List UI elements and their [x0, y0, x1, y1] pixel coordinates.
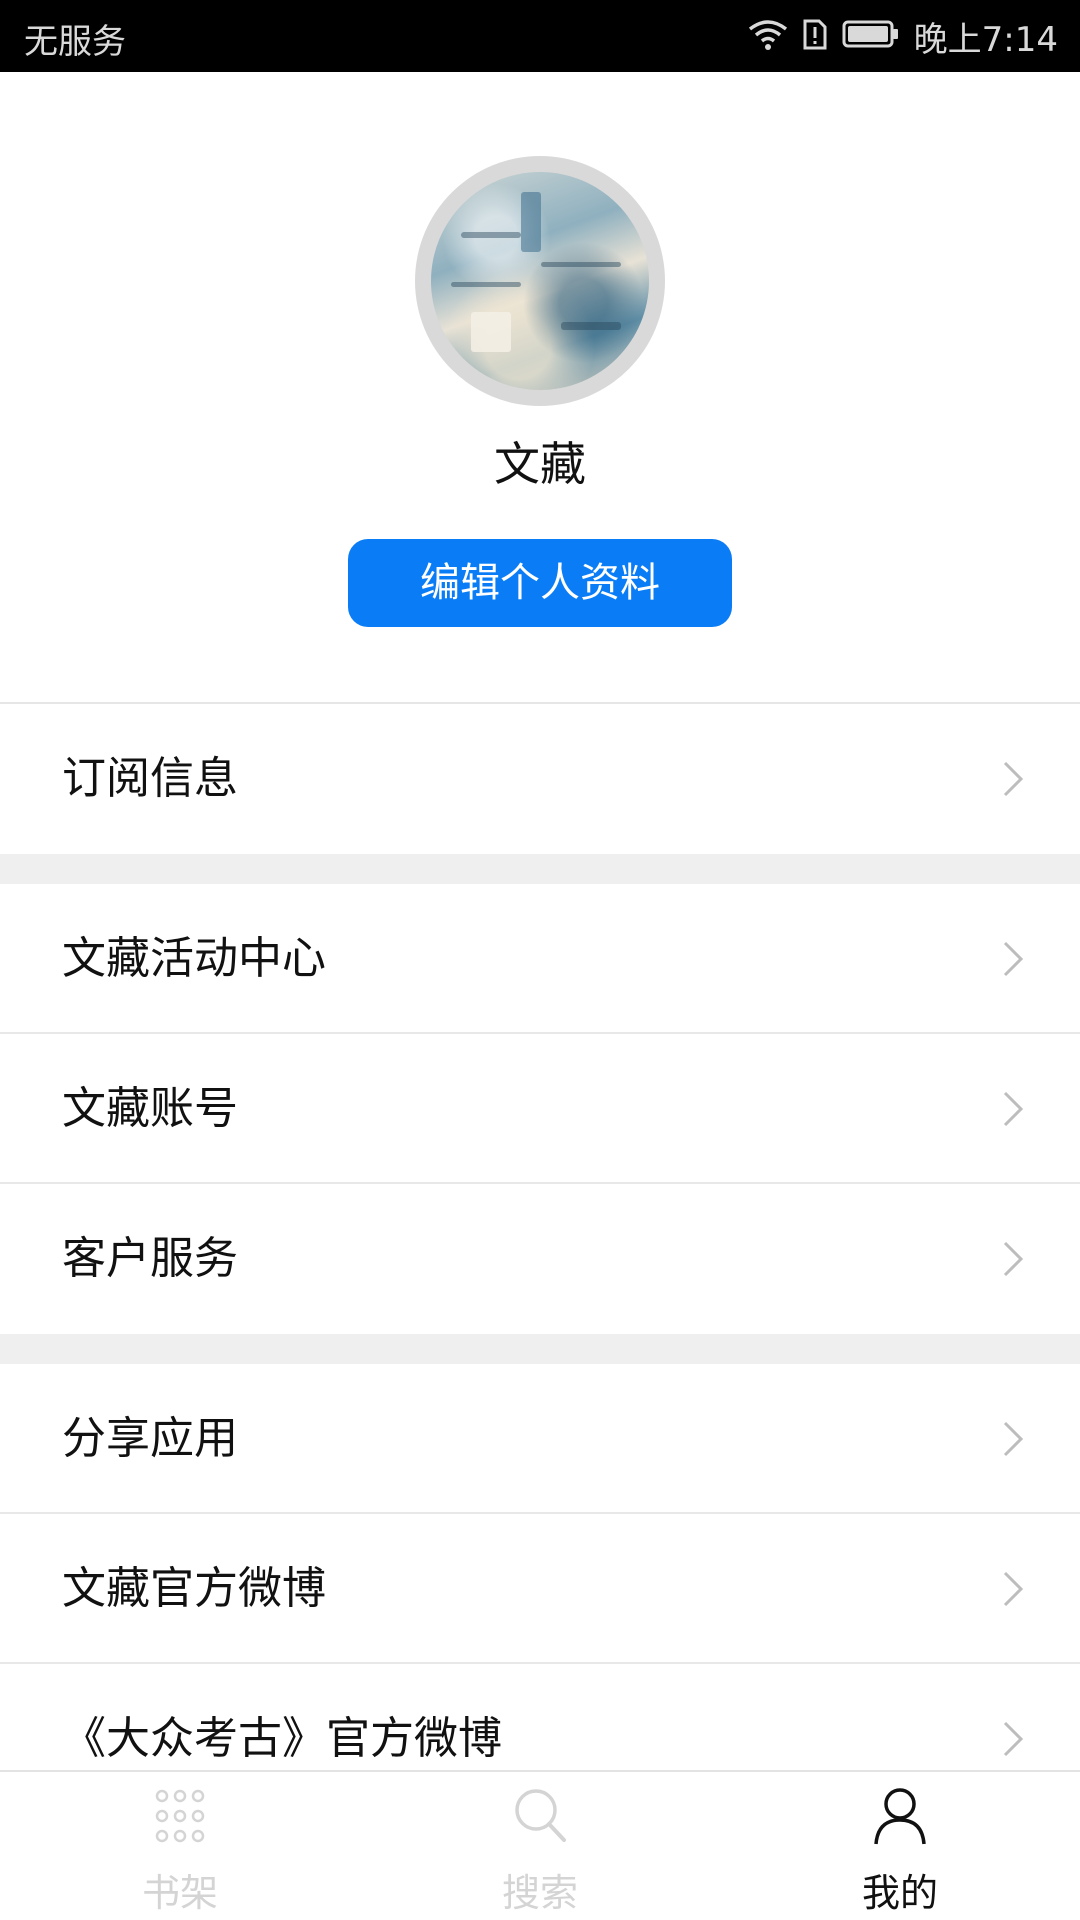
- menu-item-customer-service[interactable]: 客户服务: [0, 1184, 1080, 1334]
- nav-label: 搜索: [501, 1871, 578, 1915]
- menu-item-activity-center[interactable]: 文藏活动中心: [0, 884, 1080, 1034]
- menu-item-share-app[interactable]: 分享应用: [0, 1364, 1080, 1514]
- avatar-image: [431, 172, 649, 390]
- chevron-right-icon: [1003, 1241, 1024, 1277]
- chevron-right-icon: [1003, 1571, 1024, 1607]
- person-icon: [874, 1788, 926, 1845]
- sim-alert-icon: [802, 17, 828, 55]
- nav-mine[interactable]: 我的: [720, 1772, 1080, 1920]
- clock-text: 晚上7:14: [913, 19, 1058, 60]
- chevron-right-icon: [1003, 1091, 1024, 1127]
- menu-item-official-weibo[interactable]: 文藏官方微博: [0, 1514, 1080, 1664]
- section-gap: [0, 854, 1080, 884]
- status-bar: 无服务 晚上7:14: [0, 0, 1080, 72]
- nav-label: 书架: [141, 1871, 218, 1915]
- carrier-text: 无服务: [24, 22, 126, 62]
- menu-item-label: 客户服务: [62, 1233, 238, 1284]
- menu-item-label: 文藏账号: [62, 1083, 238, 1134]
- chevron-right-icon: [1003, 1721, 1024, 1757]
- battery-icon: [842, 19, 900, 53]
- grid-dots-icon: [155, 1789, 205, 1843]
- menu-item-label: 文藏官方微博: [62, 1563, 326, 1614]
- chevron-right-icon: [1003, 1421, 1024, 1457]
- status-icons: 晚上7:14: [748, 12, 1058, 60]
- menu-item-label: 分享应用: [62, 1413, 238, 1464]
- username: 文藏: [494, 437, 586, 491]
- profile-header: 文藏 编辑个人资料: [0, 72, 1080, 702]
- menu-item-account[interactable]: 文藏账号: [0, 1034, 1080, 1184]
- edit-profile-button[interactable]: 编辑个人资料: [348, 539, 732, 627]
- menu-item-subscription[interactable]: 订阅信息: [0, 704, 1080, 854]
- nav-label: 我的: [861, 1871, 938, 1915]
- menu-item-label: 订阅信息: [62, 753, 238, 804]
- section-gap: [0, 1334, 1080, 1364]
- nav-search[interactable]: 搜索: [360, 1772, 720, 1920]
- search-icon: [515, 1789, 566, 1842]
- chevron-right-icon: [1003, 941, 1024, 977]
- avatar[interactable]: [415, 156, 665, 406]
- settings-menu: 订阅信息 文藏活动中心 文藏账号 客户服务 分享应用 文藏官方微博 《大众考古》…: [0, 702, 1080, 1814]
- nav-bookshelf[interactable]: 书架: [0, 1772, 360, 1920]
- menu-item-label: 文藏活动中心: [62, 933, 326, 984]
- bottom-nav: 书架 搜索 我的: [0, 1770, 1080, 1920]
- chevron-right-icon: [1003, 761, 1024, 797]
- wifi-icon: [748, 17, 788, 55]
